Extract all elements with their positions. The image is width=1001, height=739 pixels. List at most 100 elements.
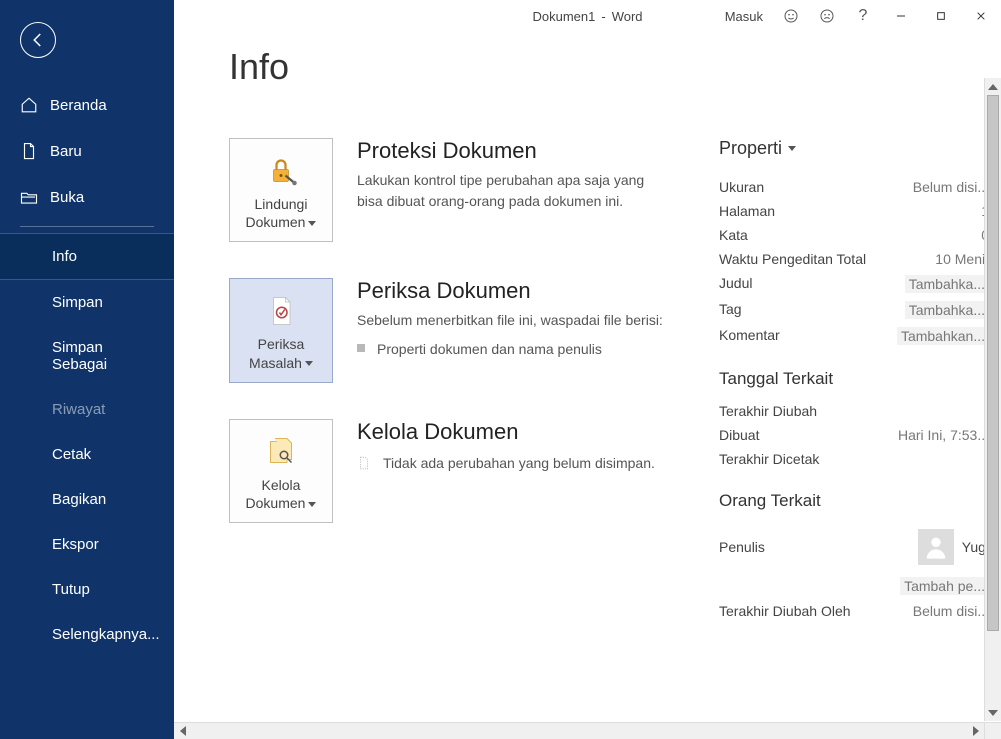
check-issues-button[interactable]: Periksa Masalah	[229, 278, 333, 382]
dates-header: Tanggal Terkait	[719, 369, 989, 389]
person-icon	[922, 533, 950, 561]
prop-row-tag: Tag Tambahka...	[719, 297, 989, 323]
arrow-left-icon	[29, 31, 47, 49]
nav-print[interactable]: Cetak	[0, 432, 174, 477]
btn-label-line2: Dokumen	[246, 214, 306, 230]
prop-label: Komentar	[719, 327, 780, 345]
prop-label: Dibuat	[719, 427, 759, 443]
prop-row-comment: Komentar Tambahkan...	[719, 323, 989, 349]
inspect-section: Periksa Masalah Periksa Dokumen Sebelum …	[229, 278, 669, 382]
nav-home[interactable]: Beranda	[0, 82, 174, 128]
nav-label: Bagikan	[52, 491, 106, 508]
comment-input[interactable]: Tambahkan...	[897, 327, 989, 345]
triangle-up-icon	[988, 84, 998, 90]
protect-document-button[interactable]: Lindungi Dokumen	[229, 138, 333, 242]
nav-close[interactable]: Tutup	[0, 567, 174, 612]
manage-document-button[interactable]: Kelola Dokumen	[229, 419, 333, 523]
props-header-label: Properti	[719, 138, 782, 159]
btn-label-line1: Kelola	[262, 477, 301, 493]
scroll-right-button[interactable]	[967, 723, 984, 739]
inspect-doc-icon	[263, 293, 299, 329]
back-button[interactable]	[20, 22, 56, 58]
chevron-down-icon	[308, 221, 316, 226]
inspect-bullet: Properti dokumen dan nama penulis	[357, 339, 669, 360]
title-input[interactable]: Tambahka...	[905, 275, 989, 293]
prop-value: 10 Menit	[935, 251, 989, 267]
prop-row-pages: Halaman 1	[719, 199, 989, 223]
nav-label: Ekspor	[52, 536, 99, 553]
prop-label: Judul	[719, 275, 752, 293]
add-author-input[interactable]: Tambah pe...	[900, 577, 989, 595]
people-header: Orang Terkait	[719, 491, 989, 511]
maximize-icon	[933, 8, 949, 24]
doc-name: Dokumen1	[532, 9, 595, 24]
backstage-sidebar: Beranda Baru Buka Info Simpan Simpan Seb…	[0, 0, 174, 739]
prop-value: Belum disi...	[913, 603, 989, 619]
protect-section: Lindungi Dokumen Proteksi Dokumen Lakuka…	[229, 138, 669, 242]
chevron-down-icon	[788, 146, 796, 151]
nav-info[interactable]: Info	[0, 233, 174, 280]
nav-label: Tutup	[52, 581, 90, 598]
triangle-down-icon	[988, 710, 998, 716]
avatar	[918, 529, 954, 565]
triangle-left-icon	[180, 726, 186, 736]
info-page: Info	[174, 32, 1001, 739]
nav-label: Selengkapnya...	[52, 626, 160, 643]
vertical-scrollbar[interactable]	[984, 78, 1001, 721]
minimize-icon	[893, 8, 909, 24]
scroll-left-button[interactable]	[174, 723, 191, 739]
nav-label: Baru	[50, 143, 82, 160]
btn-label-line1: Lindungi	[255, 196, 308, 212]
folder-open-icon	[20, 188, 38, 206]
nav-more[interactable]: Selengkapnya...	[0, 612, 174, 657]
properties-dropdown[interactable]: Properti	[719, 138, 796, 159]
prop-row-last-modified-by: Terakhir Diubah Oleh Belum disi...	[719, 599, 989, 623]
prop-row-size: Ukuran Belum disi...	[719, 175, 989, 199]
chevron-down-icon	[308, 502, 316, 507]
nav-share[interactable]: Bagikan	[0, 477, 174, 522]
new-doc-icon	[20, 142, 38, 160]
horizontal-scrollbar[interactable]	[174, 722, 984, 739]
manage-title: Kelola Dokumen	[357, 419, 669, 445]
prop-value: Belum disi...	[913, 179, 989, 195]
protect-desc: Lakukan kontrol tipe perubahan apa saja …	[357, 170, 669, 212]
scroll-thumb[interactable]	[987, 95, 999, 631]
feedback-happy-button[interactable]	[773, 0, 809, 32]
help-button[interactable]: ?	[845, 0, 881, 32]
nav-save[interactable]: Simpan	[0, 280, 174, 325]
manage-doc-icon	[263, 434, 299, 470]
prop-label: Tag	[719, 301, 742, 319]
maximize-button[interactable]	[921, 0, 961, 32]
scroll-track[interactable]	[191, 723, 967, 739]
scrollbar-corner	[984, 722, 1001, 739]
scroll-down-button[interactable]	[985, 704, 1001, 721]
nav-new[interactable]: Baru	[0, 128, 174, 174]
nav-label: Simpan Sebagai	[52, 339, 154, 373]
prop-label: Ukuran	[719, 179, 764, 195]
manage-status: Tidak ada perubahan yang belum disimpan.	[357, 453, 669, 474]
prop-row-created: Dibuat Hari Ini, 7:53...	[719, 423, 989, 447]
nav-save-as[interactable]: Simpan Sebagai	[0, 325, 174, 387]
nav-history: Riwayat	[0, 387, 174, 432]
prop-row-last-printed: Terakhir Dicetak	[719, 447, 989, 471]
nav-export[interactable]: Ekspor	[0, 522, 174, 567]
bullet-icon	[357, 344, 365, 352]
smile-icon	[783, 8, 799, 24]
minimize-button[interactable]	[881, 0, 921, 32]
btn-label-line1: Periksa	[258, 336, 305, 352]
prop-label: Terakhir Diubah Oleh	[719, 603, 851, 619]
btn-label-line2: Masalah	[249, 355, 302, 371]
signin-link[interactable]: Masuk	[715, 9, 773, 24]
nav-label: Simpan	[52, 294, 103, 311]
scroll-up-button[interactable]	[985, 78, 1001, 95]
close-icon	[973, 8, 989, 24]
nav-label: Info	[52, 248, 77, 265]
prop-label: Terakhir Dicetak	[719, 451, 819, 467]
doc-icon	[357, 456, 371, 470]
scroll-track[interactable]	[985, 95, 1001, 704]
prop-label: Halaman	[719, 203, 775, 219]
feedback-sad-button[interactable]	[809, 0, 845, 32]
nav-open[interactable]: Buka	[0, 174, 174, 220]
tag-input[interactable]: Tambahka...	[905, 301, 989, 319]
close-button[interactable]	[961, 0, 1001, 32]
